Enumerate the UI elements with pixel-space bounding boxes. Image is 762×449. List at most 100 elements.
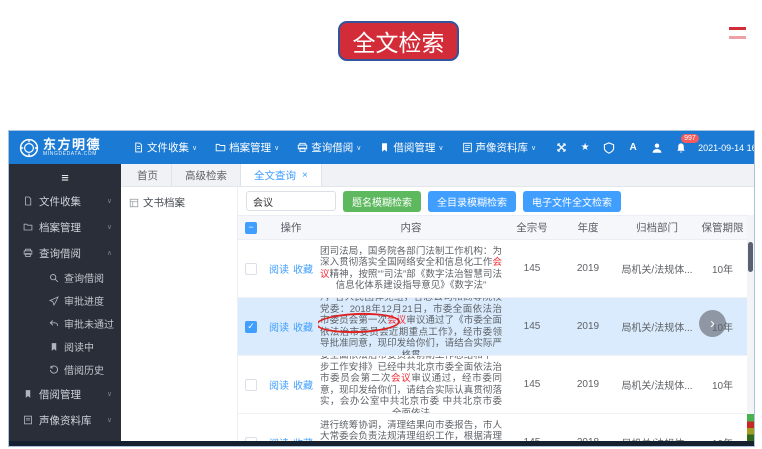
row-checkbox[interactable] — [245, 379, 257, 391]
fulltext-search-banner[interactable]: 全文检索 — [338, 21, 459, 61]
star-icon[interactable]: ★ — [578, 141, 592, 155]
scrollbar[interactable] — [747, 215, 754, 441]
nav-item-archive-manage[interactable]: 档案管理 ∨ — [215, 140, 279, 155]
shield-icon[interactable] — [602, 141, 616, 155]
scrollbar-thumb[interactable] — [748, 242, 753, 272]
row-checkbox[interactable]: ✓ — [245, 321, 257, 333]
sidebar-subitem-borrow-history[interactable]: 借阅历史 — [9, 358, 121, 381]
user-icon[interactable] — [650, 141, 664, 155]
notification-badge: 997 — [681, 134, 699, 143]
chevron-down-icon: ∨ — [107, 390, 112, 398]
chevron-down-icon: ∨ — [192, 144, 197, 152]
window-bottom-bar — [9, 441, 754, 446]
chevron-down-icon: ∨ — [438, 144, 443, 152]
chevron-down-icon: ∨ — [274, 144, 279, 152]
title-fuzzy-search-button[interactable]: 题名模糊检索 — [343, 191, 421, 212]
sidebar-label: 查询借阅 — [39, 246, 81, 261]
fonds-number: 145 — [504, 321, 560, 332]
sidebar-subitem-approval-progress[interactable]: 审批进度 — [9, 289, 121, 312]
results-table: − 操作 内容 全宗号 年度 归档部门 保管期限 — [238, 215, 747, 441]
row-checkbox[interactable] — [245, 437, 257, 442]
history-icon — [49, 365, 59, 375]
nav-item-query-borrow[interactable]: 查询借阅 ∨ — [297, 140, 361, 155]
chevron-up-icon: ∧ — [107, 249, 112, 257]
year: 2018 — [560, 437, 616, 441]
close-icon[interactable]: × — [302, 170, 308, 181]
read-link[interactable]: 阅读 — [269, 323, 289, 334]
sidebar-item-archive-manage[interactable]: 档案管理 ∨ — [9, 214, 121, 240]
retention-period: 10年 — [698, 435, 747, 441]
column-header-dept: 归档部门 — [616, 220, 698, 235]
tree-item-document-archive[interactable]: 文书档案 — [129, 195, 229, 210]
table-row: 阅读 收藏 进行统筹协调，清理结果向市委报告，市人大常委会负责法规清理组织工作，根… — [238, 414, 747, 441]
nav-item-media-library[interactable]: 声像资料库 ∨ — [462, 140, 537, 155]
favorite-link[interactable]: 收藏 — [293, 265, 313, 276]
row-checkbox[interactable] — [245, 263, 257, 275]
next-page-button[interactable]: › — [699, 310, 726, 337]
media-file-icon — [23, 415, 33, 425]
banner-label: 全文检索 — [353, 24, 445, 58]
catalog-fuzzy-search-button[interactable]: 全目录模糊检索 — [428, 191, 516, 212]
archive-dept: 局机关/法规体... — [616, 319, 698, 334]
logo[interactable]: 东方明德 MINGDEDATA.COM — [19, 138, 119, 158]
archive-dept: 局机关/法规体... — [616, 377, 698, 392]
read-link[interactable]: 阅读 — [269, 381, 289, 392]
search-icon — [49, 273, 59, 283]
read-link[interactable]: 阅读 — [269, 439, 289, 441]
read-link[interactable]: 阅读 — [269, 265, 289, 276]
chevron-down-icon: ∨ — [356, 144, 361, 152]
header-actions: ★ A 997 2021-09-14 16:51:21 你好 档案管理员 — [554, 141, 755, 155]
tab-label: 全文查询 — [254, 168, 296, 183]
sidebar-item-query-borrow[interactable]: 查询借阅 ∧ — [9, 240, 121, 266]
efile-fulltext-search-button[interactable]: 电子文件全文检索 — [523, 191, 621, 212]
bookmark-icon — [379, 142, 390, 153]
sidebar-item-media-library[interactable]: 声像资料库 ∨ — [9, 407, 121, 433]
chevron-down-icon: ∨ — [107, 416, 112, 424]
sidebar-subitem-reading[interactable]: 阅读中 — [9, 335, 121, 358]
search-input[interactable] — [246, 191, 336, 211]
nav-item-file-collect[interactable]: 文件收集 ∨ — [133, 140, 197, 155]
table-row: 阅读收藏 团司法局，国务院各部门法制工作机构：为深入贯彻落实全国网络安全和信息化… — [238, 240, 747, 298]
favorite-link[interactable]: 收藏 — [293, 381, 313, 392]
year: 2019 — [560, 379, 616, 390]
favorite-link[interactable]: 收藏 — [293, 439, 313, 441]
nav-item-borrow-manage[interactable]: 借阅管理 ∨ — [379, 140, 443, 155]
nav-label: 查询借阅 — [311, 140, 353, 155]
fullscreen-icon[interactable] — [554, 141, 568, 155]
archive-dept: 局机关/法规体... — [616, 435, 698, 441]
column-header-year: 年度 — [560, 220, 616, 235]
top-nav: 文件收集 ∨ 档案管理 ∨ 查询借阅 ∨ 借阅管理 ∨ — [133, 140, 554, 155]
result-content: 委全面依法治市委员会前期工作总结和下一步工作安排》已经中共北京市委全面依法治市委… — [320, 356, 502, 414]
sidebar-subitem-query-borrow[interactable]: 查询借阅 — [9, 266, 121, 289]
favorite-link[interactable]: 收藏 — [293, 323, 313, 334]
content-area: 题名模糊检索 全目录模糊检索 电子文件全文检索 − 操作 内容 全宗号 年度 — [238, 187, 754, 441]
fonds-number: 145 — [504, 263, 560, 274]
sidebar-label: 声像资料库 — [39, 413, 92, 428]
retention-period: 10年 — [698, 377, 747, 392]
bell-icon[interactable]: 997 — [674, 141, 688, 155]
nav-label: 文件收集 — [147, 140, 189, 155]
result-content: 进行统筹协调，清理结果向市委报告，市人大常委会负责法规清理组织工作，根据清理工作… — [320, 420, 502, 442]
app-window: 东方明德 MINGDEDATA.COM 文件收集 ∨ 档案管理 ∨ 查询借阅 — [8, 130, 755, 447]
sidebar-item-borrow-manage[interactable]: 借阅管理 ∨ — [9, 381, 121, 407]
folder-open-icon — [23, 222, 33, 232]
chevron-down-icon: ∨ — [107, 197, 112, 205]
folder-icon — [215, 142, 226, 153]
sidebar-collapse-icon[interactable]: ≡ — [9, 167, 121, 188]
font-size-icon[interactable]: A — [626, 141, 640, 155]
datetime-label: 2021-09-14 16:51:21 — [698, 143, 755, 153]
menu-lines-icon[interactable] — [729, 27, 746, 45]
sidebar-label: 借阅管理 — [39, 387, 81, 402]
tab-fulltext-query[interactable]: 全文查询 × — [241, 164, 322, 186]
sidebar-item-file-collect[interactable]: 文件收集 ∨ — [9, 188, 121, 214]
sidebar-subitem-approval-rejected[interactable]: 审批未通过 — [9, 312, 121, 335]
column-header-operation: 操作 — [264, 220, 318, 235]
sidebar-label: 阅读中 — [64, 339, 94, 354]
tab-advanced-search[interactable]: 高级检索 — [172, 164, 241, 186]
table-row-selected: ✓ 阅读收藏 ），各人民团体党组，各总公司和高等院校党委：2018年12月21日… — [238, 298, 747, 356]
page: 全文检索 东方明德 MINGDEDATA.COM 文件收集 — [0, 0, 762, 449]
select-all-checkbox[interactable]: − — [245, 222, 257, 234]
tab-home[interactable]: 首页 — [124, 164, 172, 186]
column-header-fonds: 全宗号 — [504, 220, 560, 235]
printer-icon — [297, 142, 308, 153]
